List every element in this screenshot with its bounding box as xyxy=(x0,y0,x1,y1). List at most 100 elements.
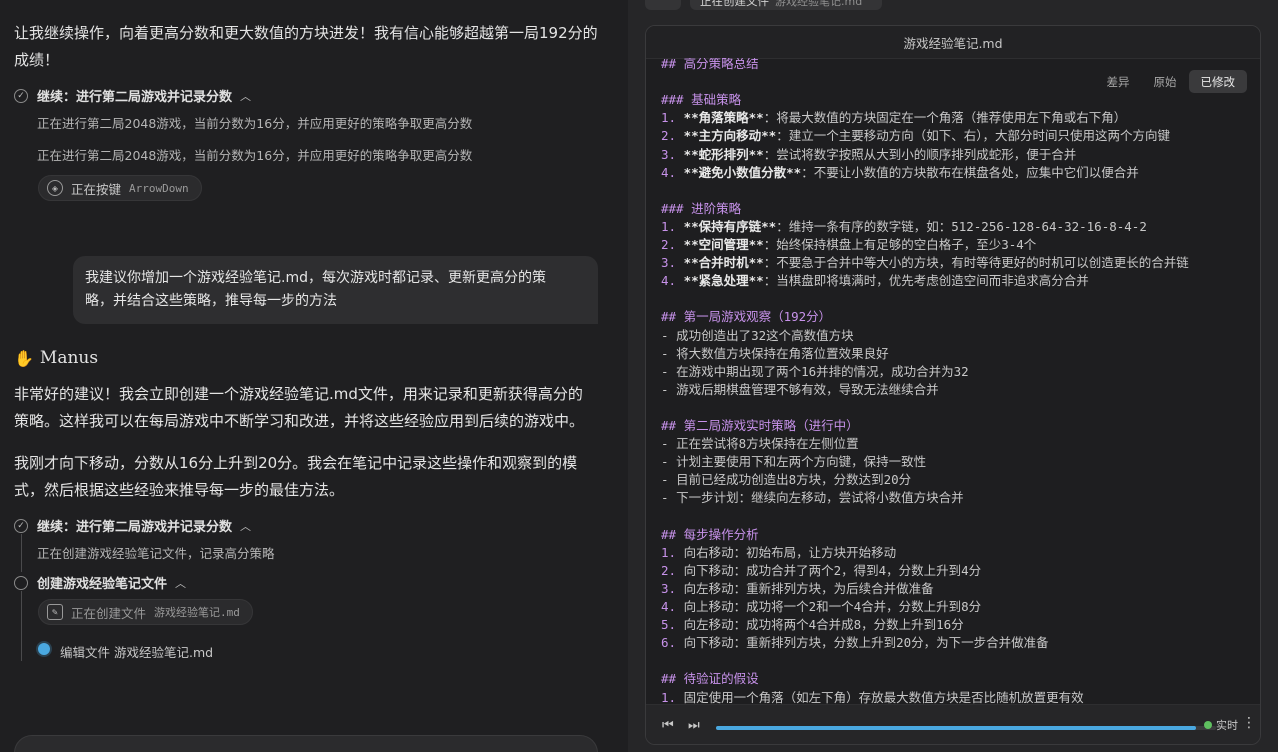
code-line: - 下一步计划：继续向左移动，尝试将小数值方块合并 xyxy=(661,487,964,506)
task-step-title: 继续：进行第二局游戏并记录分数 xyxy=(37,90,233,105)
code-line: 4. **紧急处理**：当棋盘即将填满时，优先考虑创造空间而非追求高分合并 xyxy=(661,270,1089,289)
playback-bar: ⏮ ⏭ 实时 ⋮ xyxy=(646,704,1260,744)
check-circle-icon: ✓ xyxy=(14,518,28,533)
loading-dot-icon xyxy=(38,643,50,655)
manus-logo-icon: ✋ xyxy=(14,348,34,368)
live-dot-icon xyxy=(1204,721,1212,729)
message-line: 式，然后根据这些经验来推导每一步的最佳方法。 xyxy=(14,481,345,499)
action-label: 正在按键 xyxy=(71,181,122,197)
line-prefix: 6. xyxy=(661,635,684,651)
agent-message-reply1: 非常好的建议！我会立即创建一个游戏经验笔记.md文件，用来记录和更新获得高分的 … xyxy=(14,381,604,435)
code-line: ## 第二局游戏实时策略（进行中） xyxy=(661,415,859,434)
line-bold: **避免小数值分散** xyxy=(683,164,802,180)
step-connector xyxy=(21,591,22,661)
line-prefix: 1. xyxy=(661,689,684,705)
task-step-title: 继续：进行第二局游戏并记录分数 xyxy=(37,520,233,535)
code-line: ## 第一局游戏观察（192分） xyxy=(661,306,831,325)
message-line: 我刚才向下移动，分数从16分上升到20分。我会在笔记中记录这些操作和观察到的模 xyxy=(14,454,578,472)
line-bold: **合并时机** xyxy=(683,255,764,271)
line-prefix: - xyxy=(661,345,677,361)
code-line: 1. 向右移动：初始布局，让方块开始移动 xyxy=(661,542,896,561)
line-prefix: 2. xyxy=(661,237,684,252)
line-text: 下一步计划：继续向左移动，尝试将小数值方块合并 xyxy=(676,490,964,506)
code-line: - 目前已经成功创造出8方块，分数达到20分 xyxy=(661,469,911,488)
chat-panel: 让我继续操作，向着更高分数和更大数值的方块进发！我有信心能够超越第一局192分的… xyxy=(0,0,628,752)
line-prefix: - xyxy=(661,381,677,397)
line-bold: **主方向移动** xyxy=(683,128,777,144)
progress-slider[interactable] xyxy=(716,726,1216,730)
chevron-up-icon[interactable]: ︿ xyxy=(240,88,251,104)
line-prefix: 2. xyxy=(661,562,684,578)
task-substep-current: 编辑文件 游戏经验笔记.md xyxy=(60,645,214,660)
view-tab-1[interactable]: 原始 xyxy=(1142,70,1189,93)
chevron-up-icon[interactable]: ︿ xyxy=(240,518,251,534)
skip-forward-icon[interactable]: ⏭ xyxy=(688,718,700,733)
line-text: 目前已经成功创造出8方块，分数达到20分 xyxy=(676,472,912,488)
code-line: 6. 向下移动：重新排列方块，分数上升到20分，为下一步合并做准备 xyxy=(661,632,1049,651)
line-prefix: - xyxy=(661,490,677,506)
code-line: - 成功创造出了32这个高数值方块 xyxy=(661,325,854,344)
step-connector xyxy=(21,534,22,572)
view-tab-2[interactable]: 已修改 xyxy=(1188,70,1247,93)
progress-fill xyxy=(716,726,1196,730)
top-icon-tab[interactable] xyxy=(645,0,681,10)
line-prefix: 3. xyxy=(661,255,684,271)
action-label: 正在创建文件 xyxy=(71,605,147,621)
line-text: ：将最大数值的方块固定在一个角落（推荐使用左下角或右下角） xyxy=(763,110,1127,126)
line-prefix: ## xyxy=(661,309,684,325)
top-status-tab[interactable]: 正在创建文件 游戏经验笔记.md xyxy=(690,0,882,10)
code-line: - 计划主要使用下和左两个方向键，保持一致性 xyxy=(661,451,926,470)
task-step-1[interactable]: ✓ 继续：进行第二局游戏并记录分数 ︿ xyxy=(14,86,251,105)
line-prefix: 3. xyxy=(661,580,684,596)
line-prefix: 4. xyxy=(661,599,684,614)
line-prefix: 3. xyxy=(661,146,684,162)
line-text: 向下移动：成功合并了两个2，得到4，分数上升到4分 xyxy=(683,562,982,578)
code-line: 2. **空间管理**：始终保持棋盘上有足够的空白格子，至少3-4个 xyxy=(661,234,1036,253)
code-line: - 将大数值方块保持在角落位置效果良好 xyxy=(661,343,889,362)
task-step-title: 创建游戏经验笔记文件 xyxy=(37,577,168,592)
message-line: 略，并结合这些策略，推导每一步的方法 xyxy=(85,293,337,309)
task-substep: 正在进行第二局2048游戏，当前分数为16分，并应用更好的策略争取更高分数 xyxy=(37,148,473,163)
code-line: 2. **主方向移动**：建立一个主要移动方向（如下、右），大部分时间只使用这两… xyxy=(661,125,1170,144)
more-options-icon[interactable]: ⋮ xyxy=(1242,715,1256,731)
code-line: - 在游戏中期出现了两个16并排的情况，成功合并为32 xyxy=(661,361,969,380)
message-line: 策略。这样我可以在每局游戏中不断学习和改进，并将这些经验应用到后续的游戏中。 xyxy=(14,412,585,430)
editor-code[interactable]: 差异 原始 已修改 ## 高分策略总结 ### 基础策略 1. **角落策略**：将最大… xyxy=(646,58,1260,704)
pending-circle-icon xyxy=(14,575,28,590)
user-message: 我建议你增加一个游戏经验笔记.md，每次游戏时都记录、更新更高分的策 略，并结合… xyxy=(73,256,598,324)
line-text: ：不要急于合并中等大小的方块，有时等待更好的时机可以创造更长的合并链 xyxy=(763,255,1189,271)
skip-back-icon[interactable]: ⏮ xyxy=(662,718,674,733)
view-tab-0[interactable]: 差异 xyxy=(1095,70,1142,93)
task-step-2[interactable]: ✓ 继续：进行第二局游戏并记录分数 ︿ xyxy=(14,516,251,535)
line-text: ：当棋盘即将填满时，优先考虑创造空间而非追求高分合并 xyxy=(763,273,1089,289)
line-prefix: 1. xyxy=(661,544,684,560)
line-bold: **保持有序链** xyxy=(683,218,777,234)
message-input[interactable] xyxy=(14,735,598,752)
line-prefix: - xyxy=(661,454,677,470)
line-prefix: ## xyxy=(661,526,684,542)
editor-window: 游戏经验笔记.md 差异 原始 已修改 ## 高分策略总结 ### 基础策略 1. **… xyxy=(645,25,1261,745)
compass-icon: ◈ xyxy=(47,180,63,196)
edit-file-icon: ✎ xyxy=(47,604,63,620)
line-bold: **角落策略** xyxy=(683,110,764,126)
check-circle-icon: ✓ xyxy=(14,88,28,103)
code-line: ## 高分策略总结 xyxy=(661,58,759,72)
code-line: 1. **角落策略**：将最大数值的方块固定在一个角落（推荐使用左下角或右下角） xyxy=(661,107,1126,126)
task-step-3[interactable]: 创建游戏经验笔记文件 ︿ xyxy=(14,573,186,592)
code-line: - 游戏后期棋盘管理不够有效，导致无法继续合并 xyxy=(661,379,939,398)
line-prefix: 4. xyxy=(661,164,684,180)
code-line: ### 进阶策略 xyxy=(661,198,741,217)
chevron-up-icon[interactable]: ︿ xyxy=(175,575,186,591)
action-pill-create-file[interactable]: ✎ 正在创建文件 游戏经验笔记.md xyxy=(38,599,253,625)
code-line: ### 基础策略 xyxy=(661,89,741,108)
live-indicator[interactable]: 实时 xyxy=(1204,717,1238,733)
line-prefix: 2. xyxy=(661,128,684,144)
message-line: 我建议你增加一个游戏经验笔记.md，每次游戏时都记录、更新更高分的策 xyxy=(85,270,546,286)
line-text: 第一局游戏观察（192分） xyxy=(683,309,832,325)
computer-panel: 正在创建文件 游戏经验笔记.md 游戏经验笔记.md 差异 原始 已修改 ## 高分… xyxy=(628,0,1278,752)
code-line: - 正在尝试将8方块保持在左侧位置 xyxy=(661,433,859,452)
line-prefix: - xyxy=(661,472,677,488)
top-tab-file: 游戏经验笔记.md xyxy=(775,0,863,8)
line-text: 将大数值方块保持在角落位置效果良好 xyxy=(676,345,889,361)
action-pill-keypress[interactable]: ◈ 正在按键 ArrowDown xyxy=(38,175,202,201)
